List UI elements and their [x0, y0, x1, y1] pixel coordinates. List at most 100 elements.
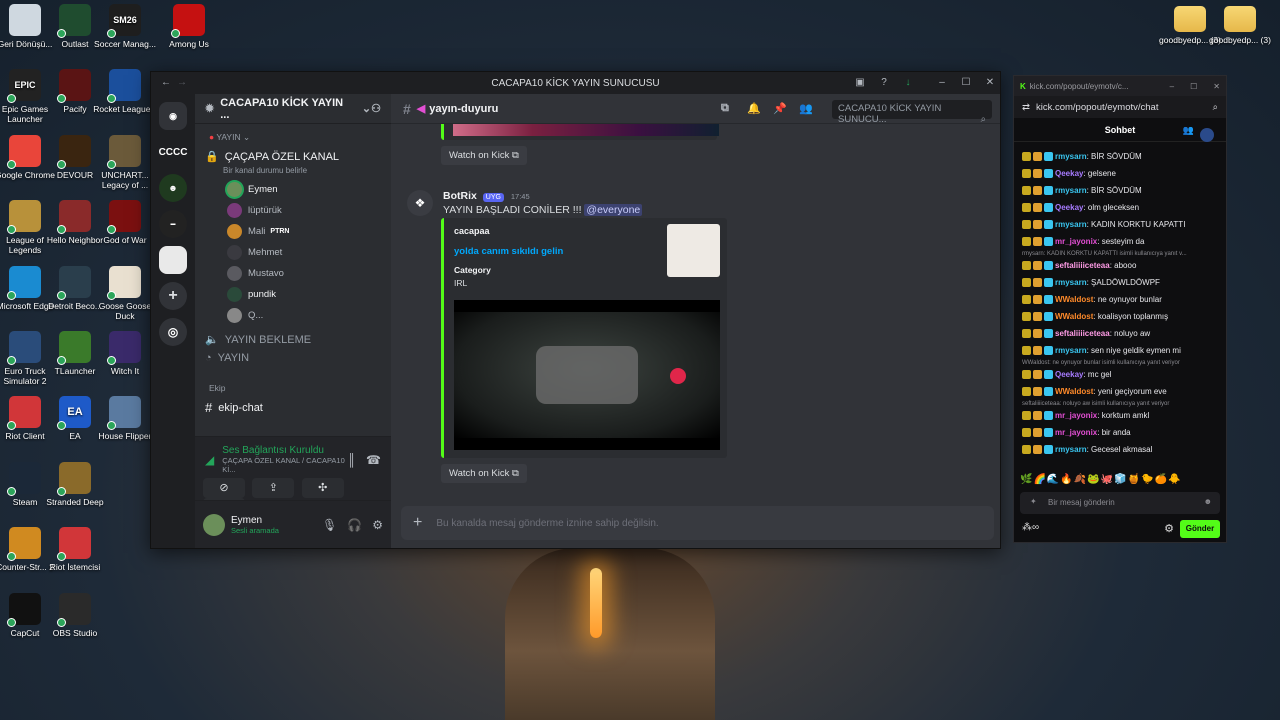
reply-context[interactable]: WWaldost: ne oynuyor bunlar isimli kulla… [1014, 359, 1226, 366]
voice-user[interactable]: lüptürük [195, 200, 391, 221]
inbox-icon[interactable]: ▣ [853, 76, 867, 90]
chat-message[interactable]: seftaliiiiceteaa: abooo [1014, 257, 1226, 274]
desktop-icon[interactable]: Riot İstemcisi [43, 527, 107, 572]
chat-message[interactable]: mr_jayonix: sesteyim da [1014, 233, 1226, 250]
headphones-icon[interactable]: 🎧 [347, 518, 362, 532]
chat-username[interactable]: Qeekay [1055, 203, 1083, 212]
settings-icon[interactable]: ⚙ [1164, 522, 1174, 535]
reply-context[interactable]: rmysarn: KADIN KORKTU KAPATTI isimli kul… [1014, 250, 1226, 257]
desktop-icon[interactable]: Goose Goose Duck [93, 265, 157, 321]
chat-message[interactable]: mr_jayonix: bir anda [1014, 424, 1226, 441]
chat-username[interactable]: WWaldost [1055, 387, 1093, 396]
chat-username[interactable]: mr_jayonix [1055, 411, 1097, 420]
chat-username[interactable]: rmysarn [1055, 220, 1087, 229]
chat-username[interactable]: rmysarn [1055, 278, 1087, 287]
minimize-icon[interactable]: – [935, 76, 949, 90]
explore-icon[interactable]: ◎ [159, 318, 187, 346]
watch-on-kick-button[interactable]: Watch on Kick ⧉ [441, 146, 527, 165]
desktop-icon[interactable]: Witch It [93, 331, 157, 376]
chat-username[interactable]: Qeekay [1055, 169, 1083, 178]
points-icon[interactable]: ⁂∞ [1022, 522, 1039, 533]
voice-user[interactable]: Mali PTRN [195, 221, 391, 242]
desktop-icon[interactable]: House Flipper [93, 396, 157, 441]
chat-message[interactable]: Qeekay: gelsene [1014, 165, 1226, 182]
chat-username[interactable]: WWaldost [1055, 312, 1093, 321]
text-channel-ekip-chat[interactable]: # ekip-chat [195, 397, 391, 418]
chat-message[interactable]: rmysarn: KADIN KORKTU KAPATTI [1014, 216, 1226, 233]
members-icon[interactable]: 👥 [799, 102, 813, 115]
chat-username[interactable]: rmysarn [1055, 346, 1087, 355]
reply-context[interactable]: seftaliiiiceteaa: noluyo aw isimli kulla… [1014, 400, 1226, 407]
server-cccc[interactable]: CCCC [159, 138, 188, 166]
author-name[interactable]: BotRix [443, 190, 477, 202]
chat-message[interactable]: mr_jayonix: korktum amkl [1014, 407, 1226, 424]
maximize-icon[interactable]: ☐ [1190, 82, 1197, 91]
server-icon-text[interactable]: ▬ [159, 210, 187, 238]
add-user-icon[interactable]: ⚇ [371, 102, 381, 115]
search-input[interactable]: CACAPA10 KİCK YAYIN SUNUCU... ⌕ [832, 100, 992, 125]
sticker-icon[interactable]: ✦ [1030, 497, 1037, 506]
chat-message[interactable]: rmysarn: ŞALDÖWLDÖWPF [1014, 274, 1226, 291]
pin-icon[interactable]: 📌 [773, 102, 787, 115]
embed-title[interactable]: yolda canım sıkıldı gelin [454, 246, 563, 257]
chat-username[interactable]: seftaliiiiceteaa [1055, 261, 1110, 270]
chat-username[interactable]: rmysarn [1055, 445, 1087, 454]
desktop-icon[interactable]: OBS Studio [43, 592, 107, 638]
chat-username[interactable]: rmysarn [1055, 186, 1087, 195]
minimize-icon[interactable]: – [1170, 82, 1174, 91]
help-icon[interactable]: ? [877, 76, 891, 90]
chat-username[interactable]: Qeekay [1055, 370, 1083, 379]
discord-home-icon[interactable]: ◉ [159, 102, 187, 130]
connection-subtitle[interactable]: ÇAÇAPA ÖZEL KANAL / CACAPA10 Kİ... [222, 456, 347, 474]
screen-share-button[interactable]: ⇪ [252, 478, 295, 498]
avatar[interactable] [203, 513, 225, 536]
bell-icon[interactable]: 🔔 [747, 102, 761, 115]
voice-user[interactable]: Mustavo [195, 263, 391, 284]
users-icon[interactable]: 👥 [1183, 118, 1194, 142]
address-bar[interactable]: ⇄ kick.com/popout/eymotv/chat ⌕ [1014, 96, 1226, 118]
add-attachment-icon[interactable]: + [413, 514, 422, 532]
desktop-icon[interactable]: UNCHART... Legacy of ... [93, 134, 157, 190]
voice-channel-ozel[interactable]: 🔒 ÇAÇAPA ÖZEL KANAL [195, 147, 391, 166]
avatar[interactable] [1200, 128, 1214, 142]
desktop-icon[interactable]: Among Us [157, 4, 221, 49]
chat-message[interactable]: Qeekay: olm gleceksen [1014, 199, 1226, 216]
voice-user[interactable]: Q... [195, 305, 391, 326]
download-icon[interactable]: ↓ [901, 76, 915, 90]
chat-message[interactable]: WWaldost: koalisyon toplanmış [1014, 308, 1226, 325]
desktop-icon-folder[interactable]: goodbyedp... (3) [1208, 6, 1272, 45]
close-icon[interactable]: ✕ [1213, 82, 1220, 91]
chat-message[interactable]: rmysarn: BİR SÖVDÜM [1014, 182, 1226, 199]
chat-input[interactable]: ✦ Bir mesaj gönderin ☻ [1020, 492, 1220, 514]
voice-user[interactable]: Eymen [195, 179, 391, 200]
category-yayin[interactable]: ● YAYIN ⌄ [195, 128, 391, 147]
maximize-icon[interactable]: ☐ [959, 76, 973, 90]
embed-thumbnail[interactable] [667, 224, 720, 277]
desktop-icon[interactable]: God of War [93, 200, 157, 245]
chat-username[interactable]: mr_jayonix [1055, 237, 1097, 246]
server-icon-alien[interactable]: ☻ [159, 174, 187, 202]
chat-username[interactable]: seftaliiiiceteaa [1055, 329, 1110, 338]
chat-message[interactable]: WWaldost: yeni geçiyorum eve [1014, 383, 1226, 400]
chat-message[interactable]: rmysarn: BİR SÖVDÜM [1014, 148, 1226, 165]
voice-channel-yayin[interactable]: ◔ YAYIN [195, 349, 391, 367]
chat-message[interactable]: seftaliiiiceteaa: noluyo aw [1014, 325, 1226, 342]
watch-on-kick-button[interactable]: Watch on Kick ⧉ [441, 464, 527, 483]
settings-icon[interactable]: ⚙ [372, 518, 383, 532]
activities-button[interactable]: ✣ [301, 478, 344, 498]
desktop-icon[interactable]: SM26 Soccer Manag... [93, 4, 157, 49]
avatar[interactable]: ❖ [407, 190, 433, 216]
desktop-icon[interactable]: Rocket League® [93, 69, 157, 114]
chat-message[interactable]: Qeekay: mc gel [1014, 366, 1226, 383]
chat-message[interactable]: rmysarn: sen niye geldik eymen mi [1014, 342, 1226, 359]
signal-icon[interactable]: ◢ [205, 453, 214, 467]
threads-icon[interactable]: ⧉ [721, 102, 729, 115]
emote-bar[interactable]: 🌿🌈🌊🔥🍂🐸🐙🧊🍯🐤🍊🐥 [1020, 474, 1181, 485]
server-icon-active[interactable] [159, 246, 187, 274]
server-header[interactable]: ✹ CACAPA10 KİCK YAYIN ... ⌄ ⚇ [195, 94, 391, 124]
desktop-icon[interactable]: Stranded Deep [43, 461, 107, 507]
embed-author[interactable]: cacapaa [454, 226, 490, 236]
zoom-icon[interactable]: ⌕ [1213, 102, 1218, 113]
microphone-icon[interactable]: 🎙 [322, 518, 337, 532]
chat-username[interactable]: mr_jayonix [1055, 428, 1097, 437]
